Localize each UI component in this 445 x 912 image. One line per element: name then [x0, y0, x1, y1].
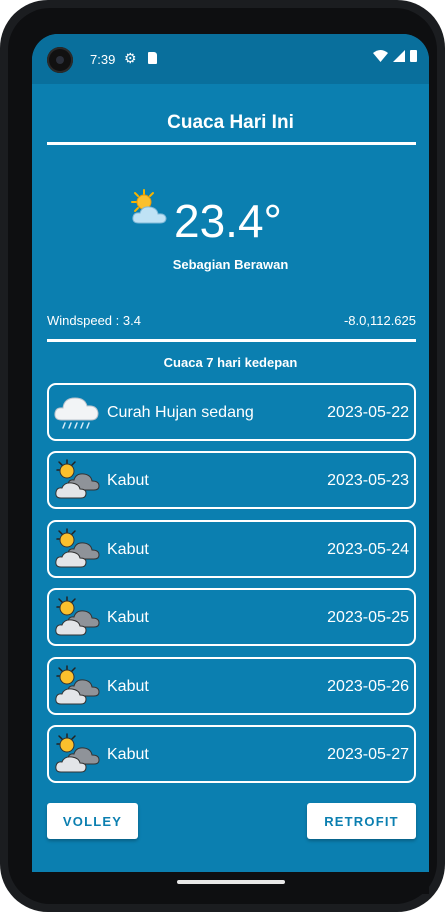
- forecast-date: 2023-05-27: [327, 746, 409, 763]
- fog-cloud-icon: [55, 459, 100, 499]
- forecast-description: Kabut: [107, 609, 149, 626]
- forecast-date: 2023-05-24: [327, 541, 409, 558]
- retrofit-button[interactable]: RETROFIT: [307, 803, 416, 839]
- status-time: 7:39: [90, 52, 116, 67]
- signal-icon: [393, 50, 405, 62]
- home-indicator[interactable]: [177, 880, 285, 884]
- fog-cloud-icon: [55, 665, 100, 705]
- coordinates-label: -8.0,112.625: [343, 313, 416, 328]
- battery-icon: [410, 50, 417, 62]
- title-divider: [47, 142, 416, 145]
- navigation-bar: [32, 872, 429, 894]
- partly-cloudy-icon: [131, 189, 167, 224]
- forecast-card[interactable]: Kabut 2023-05-24: [47, 520, 416, 578]
- front-camera: [47, 47, 73, 73]
- fog-cloud-icon: [55, 733, 100, 773]
- phone-bezel: 7:39 ⚙ Cuaca Hari Ini 23.4° Sebagian Ber…: [8, 8, 437, 904]
- windspeed-label: Windspeed : 3.4: [47, 313, 141, 328]
- volley-button[interactable]: VOLLEY: [47, 803, 138, 839]
- forecast-card[interactable]: Kabut 2023-05-25: [47, 588, 416, 646]
- forecast-description: Kabut: [107, 678, 149, 695]
- page-title: Cuaca Hari Ini: [167, 112, 294, 133]
- wifi-icon: [373, 50, 388, 62]
- forecast-heading: Cuaca 7 hari kedepan: [163, 355, 298, 370]
- forecast-description: Kabut: [107, 541, 149, 558]
- forecast-card[interactable]: Kabut 2023-05-26: [47, 657, 416, 715]
- rain-cloud-icon: [54, 397, 99, 429]
- current-condition: Sebagian Berawan: [172, 257, 289, 272]
- phone-frame: 7:39 ⚙ Cuaca Hari Ini 23.4° Sebagian Ber…: [0, 0, 445, 912]
- fog-cloud-icon: [55, 596, 100, 636]
- status-bar: 7:39 ⚙: [32, 34, 429, 84]
- forecast-description: Curah Hujan sedang: [107, 404, 254, 421]
- system-icons: [373, 50, 417, 62]
- forecast-card[interactable]: Kabut 2023-05-27: [47, 725, 416, 783]
- forecast-date: 2023-05-23: [327, 472, 409, 489]
- forecast-description: Kabut: [107, 472, 149, 489]
- sd-card-icon: [148, 52, 157, 64]
- forecast-date: 2023-05-22: [327, 404, 409, 421]
- forecast-description: Kabut: [107, 746, 149, 763]
- fog-cloud-icon: [55, 528, 100, 568]
- forecast-date: 2023-05-26: [327, 678, 409, 695]
- gear-icon: ⚙: [124, 50, 137, 66]
- forecast-card[interactable]: Curah Hujan sedang 2023-05-22: [47, 383, 416, 441]
- forecast-date: 2023-05-25: [327, 609, 409, 626]
- current-temperature: 23.4°: [174, 195, 282, 247]
- forecast-card[interactable]: Kabut 2023-05-23: [47, 451, 416, 509]
- info-divider: [47, 339, 416, 342]
- app-screen: 7:39 ⚙ Cuaca Hari Ini 23.4° Sebagian Ber…: [32, 34, 429, 894]
